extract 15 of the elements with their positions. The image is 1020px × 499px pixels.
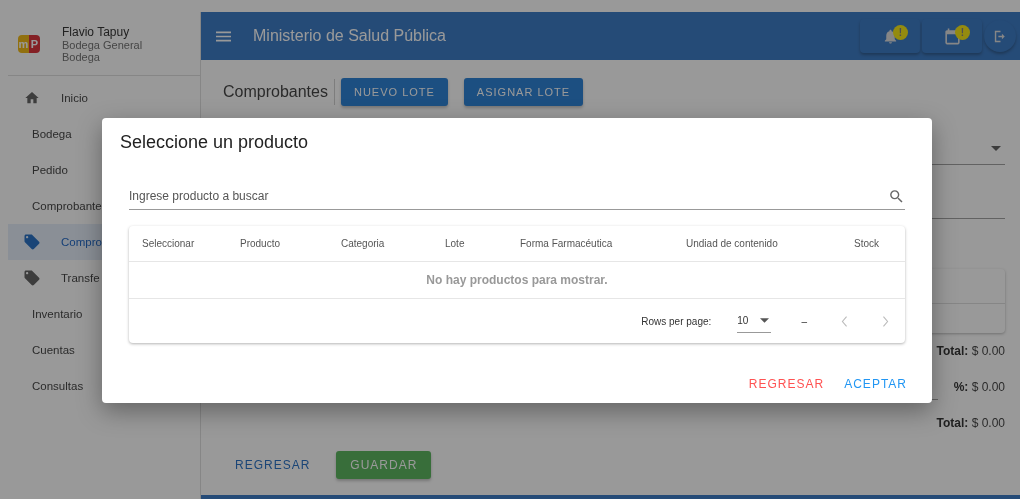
total-text: Total: $ 0.00 xyxy=(936,344,1005,358)
empty-message: No hay productos para mostrar. xyxy=(426,273,608,287)
user-name: Flavio Tapuy xyxy=(62,24,131,39)
user-role: Bodega General xyxy=(62,38,143,51)
notification-badge: ! xyxy=(955,25,970,40)
app-title: Ministerio de Salud Pública xyxy=(253,27,446,45)
dialog-title: Seleccione un producto xyxy=(120,132,309,153)
total-text: %: $ 0.00 xyxy=(953,380,1005,394)
page-range: – xyxy=(801,315,807,327)
notification-badge: ! xyxy=(893,25,908,40)
total-text: Total: $ 0.00 xyxy=(936,416,1005,430)
rows-per-page-label: Rows per page: xyxy=(641,315,712,327)
page-title: Comprobantes xyxy=(223,83,328,101)
logo: m P xyxy=(18,34,40,53)
user-area: Bodega xyxy=(62,50,143,63)
